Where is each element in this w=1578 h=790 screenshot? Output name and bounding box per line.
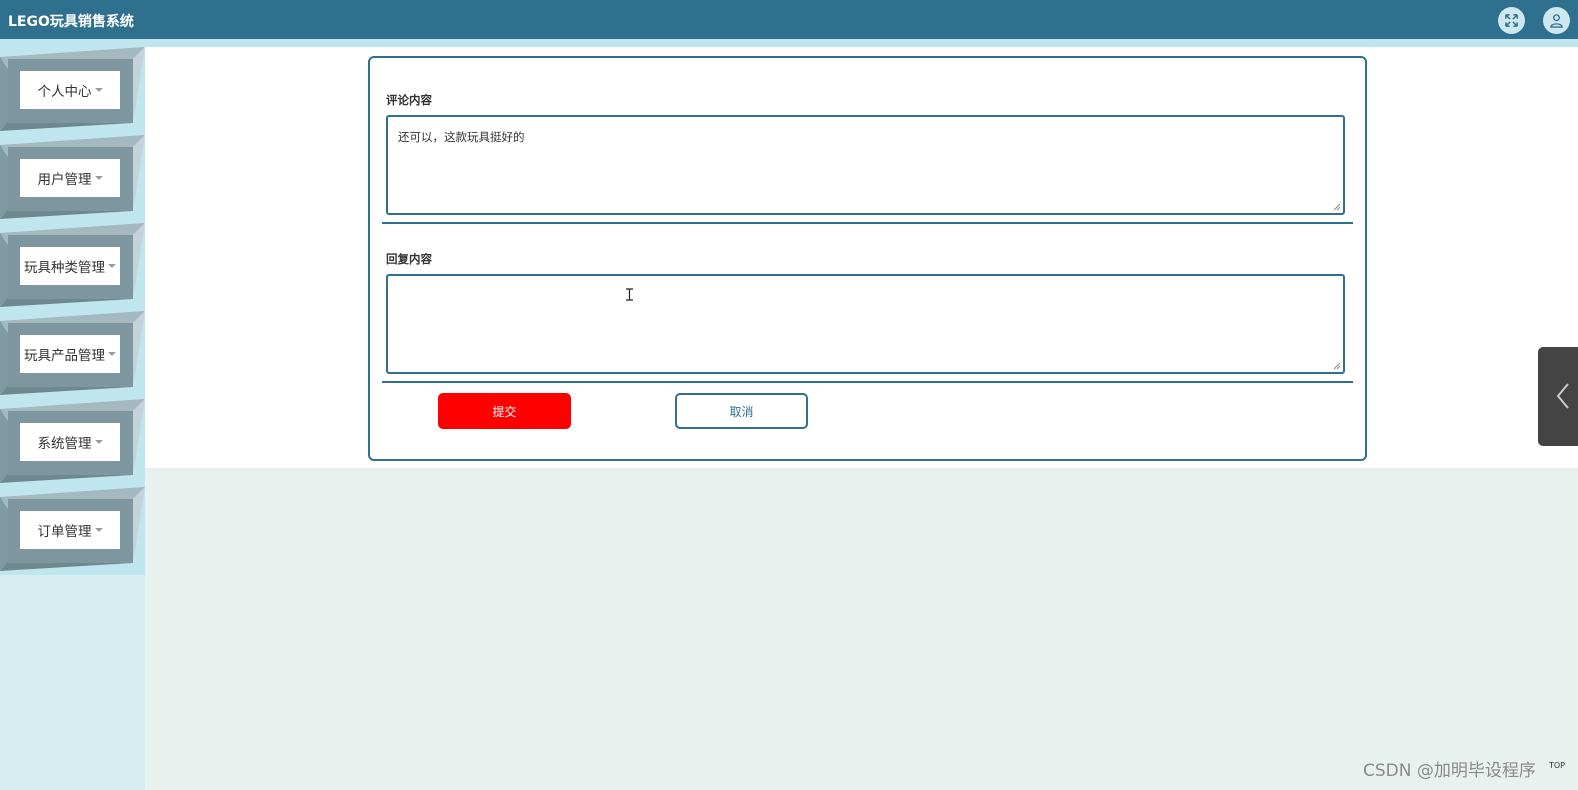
reply-label: 回复内容 bbox=[386, 252, 432, 266]
caret-down-icon bbox=[94, 440, 103, 444]
reply-textarea[interactable] bbox=[386, 274, 1345, 374]
chevron-left-icon bbox=[1556, 383, 1569, 409]
user-button[interactable] bbox=[1543, 7, 1570, 34]
header-strip bbox=[0, 39, 1578, 47]
top-header: LEGO玩具销售系统 bbox=[0, 0, 1578, 39]
resize-grip-icon[interactable] bbox=[1333, 203, 1341, 211]
fullscreen-button[interactable] bbox=[1498, 7, 1525, 34]
divider bbox=[382, 222, 1353, 224]
comment-text: 还可以，这款玩具挺好的 bbox=[398, 130, 525, 144]
sidebar-item-toy-category[interactable]: 玩具种类管理 bbox=[0, 223, 145, 311]
sidebar-item-label: 系统管理 bbox=[20, 423, 120, 461]
caret-down-icon bbox=[94, 176, 103, 180]
sidebar-item-toy-product[interactable]: 玩具产品管理 bbox=[0, 311, 145, 399]
sidebar-item-user-management[interactable]: 用户管理 bbox=[0, 135, 145, 223]
sidebar: 个人中心 用户管理 玩具种类管理 玩具产品管理 系统管理 订单管理 bbox=[0, 47, 145, 790]
text-cursor-icon bbox=[626, 288, 633, 301]
sidebar-item-system[interactable]: 系统管理 bbox=[0, 399, 145, 487]
cancel-button[interactable]: 取消 bbox=[675, 393, 808, 429]
comment-label: 评论内容 bbox=[386, 93, 432, 107]
resize-grip-icon[interactable] bbox=[1333, 362, 1341, 370]
comment-textarea[interactable]: 还可以，这款玩具挺好的 bbox=[386, 115, 1345, 215]
sidebar-item-label: 玩具产品管理 bbox=[20, 335, 120, 373]
sidebar-item-label: 个人中心 bbox=[20, 71, 120, 109]
sidebar-item-orders[interactable]: 订单管理 bbox=[0, 487, 145, 575]
app-title: LEGO玩具销售系统 bbox=[8, 14, 134, 30]
sidebar-item-personal-center[interactable]: 个人中心 bbox=[0, 47, 145, 135]
sidebar-item-label: 用户管理 bbox=[20, 159, 120, 197]
side-panel-toggle[interactable] bbox=[1538, 347, 1578, 446]
divider bbox=[382, 381, 1353, 383]
user-icon bbox=[1550, 14, 1563, 28]
submit-button[interactable]: 提交 bbox=[438, 393, 571, 429]
fullscreen-icon bbox=[1505, 14, 1518, 27]
caret-down-icon bbox=[108, 264, 116, 268]
caret-down-icon bbox=[108, 352, 116, 356]
sidebar-item-label: 玩具种类管理 bbox=[20, 247, 120, 285]
sidebar-item-label: 订单管理 bbox=[20, 511, 120, 549]
back-to-top-button[interactable]: TOP bbox=[1549, 761, 1565, 770]
caret-down-icon bbox=[94, 528, 103, 532]
watermark: CSDN @加明毕设程序 bbox=[1363, 761, 1536, 781]
caret-down-icon bbox=[94, 88, 103, 92]
